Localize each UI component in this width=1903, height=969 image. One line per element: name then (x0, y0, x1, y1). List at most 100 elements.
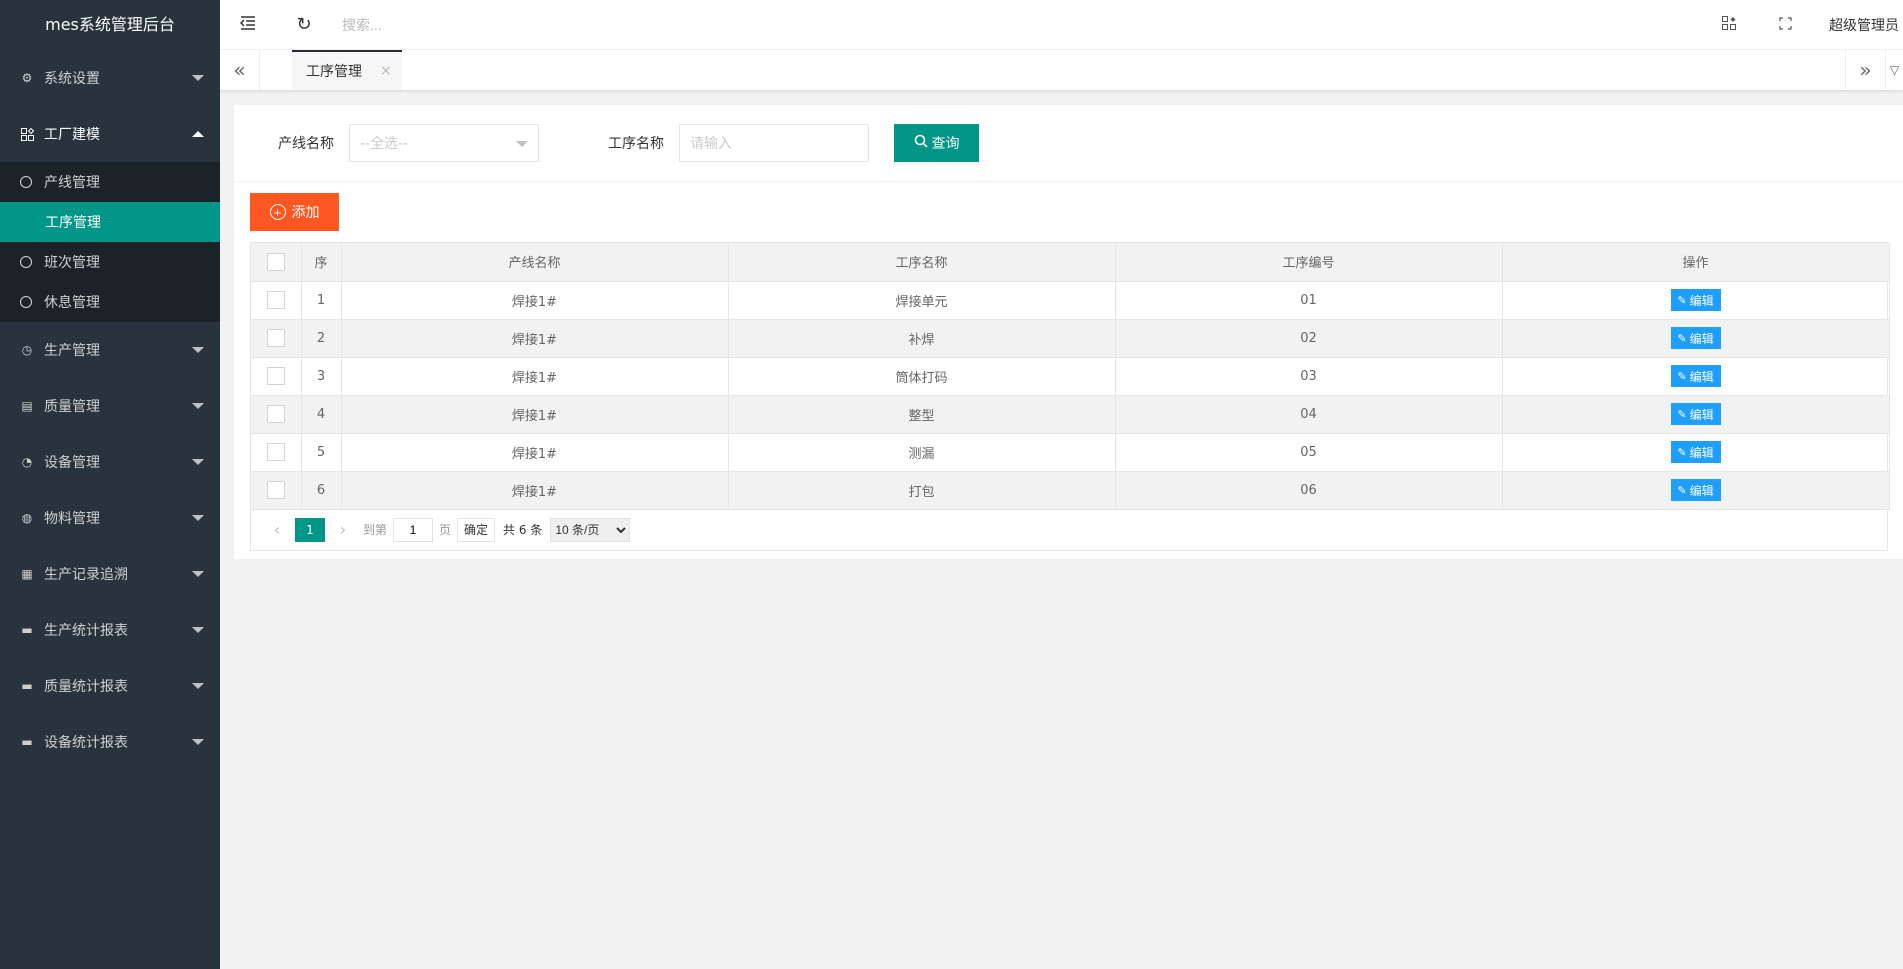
refresh-button[interactable]: ↻ (276, 0, 332, 50)
nav-production-trace[interactable]: ▦ 生产记录追溯 (0, 546, 220, 602)
nav-equipment-management[interactable]: ◔ 设备管理 (0, 434, 220, 490)
chevron-up-icon (192, 131, 204, 137)
row-no: 2 (301, 319, 342, 358)
apps-icon (20, 127, 34, 141)
row-checkbox[interactable] (266, 291, 285, 309)
clock-icon: ◷ (21, 343, 33, 357)
search-icon (914, 134, 928, 152)
chevron-down-icon (192, 739, 204, 745)
page-size-select[interactable]: 10 条/页 (550, 517, 631, 542)
row-process: 补焊 (728, 319, 1116, 358)
row-code: 05 (1115, 433, 1503, 472)
fullscreen-icon (1778, 15, 1792, 34)
page-jump-input[interactable] (393, 517, 434, 542)
page-jump-confirm-button[interactable]: 确定 (457, 517, 496, 542)
row-code: 03 (1115, 357, 1503, 396)
add-button[interactable]: + 添加 (250, 193, 339, 231)
nav-material-management[interactable]: ◍ 物料管理 (0, 490, 220, 546)
chevron-down-icon (192, 683, 204, 689)
tab-bar: « 工序管理 × » ▽ (220, 50, 1903, 91)
row-process: 焊接单元 (728, 281, 1116, 320)
row-no: 4 (301, 395, 342, 434)
edit-label: 编辑 (1689, 331, 1714, 346)
row-code: 02 (1115, 319, 1503, 358)
chevron-down-icon (192, 571, 204, 577)
edit-button[interactable]: ✎ 编辑 (1670, 289, 1721, 311)
nav-factory-modeling[interactable]: 工厂建模 (0, 106, 220, 162)
theme-button[interactable] (1701, 0, 1757, 50)
chevron-down-icon (192, 403, 204, 409)
nav-production-management[interactable]: ◷ 生产管理 (0, 322, 220, 378)
edit-button[interactable]: ✎ 编辑 (1670, 327, 1721, 349)
page-number-current[interactable]: 1 (295, 517, 325, 542)
monitor-icon: ▬ (21, 679, 33, 693)
sub-rest-management[interactable]: 休息管理 (0, 282, 220, 322)
refresh-icon: ↻ (296, 14, 312, 35)
query-button[interactable]: 查询 (894, 124, 979, 162)
process-name-input[interactable] (679, 124, 869, 162)
column-header: 工序编号 (1115, 243, 1503, 282)
apps-icon (1722, 15, 1736, 34)
column-header: 工序名称 (728, 243, 1116, 282)
sub-label: 班次管理 (44, 255, 100, 271)
file-icon: ▤ (21, 399, 33, 413)
gear-icon: ⚙ (21, 71, 33, 85)
nav-system-settings[interactable]: ⚙ 系统设置 (0, 50, 220, 106)
data-table: 序 产线名称 工序名称 工序编号 操作 1 焊接1# 焊接单元 01 ✎编辑 (250, 242, 1890, 551)
row-checkbox[interactable] (266, 443, 285, 461)
circle-icon (20, 176, 32, 188)
edit-button[interactable]: ✎ 编辑 (1670, 441, 1721, 463)
prev-page-icon[interactable]: ‹ (263, 517, 291, 543)
toggle-sidebar-button[interactable] (220, 0, 276, 50)
tab-scroll-right-button[interactable]: » (1845, 50, 1885, 90)
edit-button[interactable]: ✎ 编辑 (1670, 403, 1721, 425)
close-icon[interactable]: × (380, 63, 392, 79)
row-no: 6 (301, 471, 342, 510)
nav-label: 质量统计报表 (44, 679, 128, 695)
gauge-icon: ◔ (21, 455, 33, 469)
chevron-down-icon (192, 459, 204, 465)
chevron-down-icon (192, 627, 204, 633)
edit-button[interactable]: ✎ 编辑 (1670, 365, 1721, 387)
sub-label: 工序管理 (45, 215, 101, 231)
select-all-checkbox[interactable] (266, 252, 285, 271)
sub-line-management[interactable]: 产线管理 (0, 162, 220, 202)
next-page-icon[interactable]: › (329, 517, 357, 543)
sub-label: 休息管理 (44, 295, 100, 311)
row-process: 测漏 (728, 433, 1116, 472)
line-name-select[interactable]: --全选-- (349, 124, 539, 162)
nav-quality-management[interactable]: ▤ 质量管理 (0, 378, 220, 434)
row-no: 1 (301, 281, 342, 320)
nav-label: 生产统计报表 (44, 623, 128, 639)
sub-shift-management[interactable]: 班次管理 (0, 242, 220, 282)
row-checkbox[interactable] (266, 405, 285, 423)
tab-scroll-left-button[interactable]: « (220, 50, 260, 90)
fullscreen-button[interactable] (1757, 0, 1813, 50)
tab-more-button[interactable]: ▽ (1885, 50, 1903, 90)
column-header: 产线名称 (341, 243, 729, 282)
nav-equipment-report[interactable]: ▬ 设备统计报表 (0, 714, 220, 770)
row-checkbox[interactable] (266, 481, 285, 499)
table-icon: ▦ (21, 567, 33, 581)
row-checkbox[interactable] (266, 329, 285, 347)
sub-process-management[interactable]: 工序管理 (0, 202, 220, 242)
nav-quality-report[interactable]: ▬ 质量统计报表 (0, 658, 220, 714)
pencil-icon: ✎ (1677, 446, 1687, 459)
table-row: 3 焊接1# 筒体打码 03 ✎ 编辑 (251, 357, 1890, 396)
chevron-down-icon: ▽ (1889, 63, 1900, 77)
nav-production-report[interactable]: ▬ 生产统计报表 (0, 602, 220, 658)
edit-button[interactable]: ✎ 编辑 (1670, 479, 1721, 501)
top-header: ↻ 超级管理员 (220, 0, 1903, 50)
process-name-label: 工序名称 (608, 136, 664, 152)
row-code: 04 (1115, 395, 1503, 434)
edit-label: 编辑 (1689, 293, 1714, 308)
row-checkbox[interactable] (266, 367, 285, 385)
menu-fold-icon (239, 15, 256, 34)
tab-process-management[interactable]: 工序管理 × (292, 50, 402, 90)
app-title: mes系统管理后台 (0, 0, 220, 50)
user-menu[interactable]: 超级管理员 (1813, 15, 1903, 35)
row-line: 焊接1# (341, 395, 729, 434)
row-process: 整型 (728, 395, 1116, 434)
search-input[interactable] (342, 9, 562, 40)
total-count: 共 6 条 (503, 523, 543, 537)
